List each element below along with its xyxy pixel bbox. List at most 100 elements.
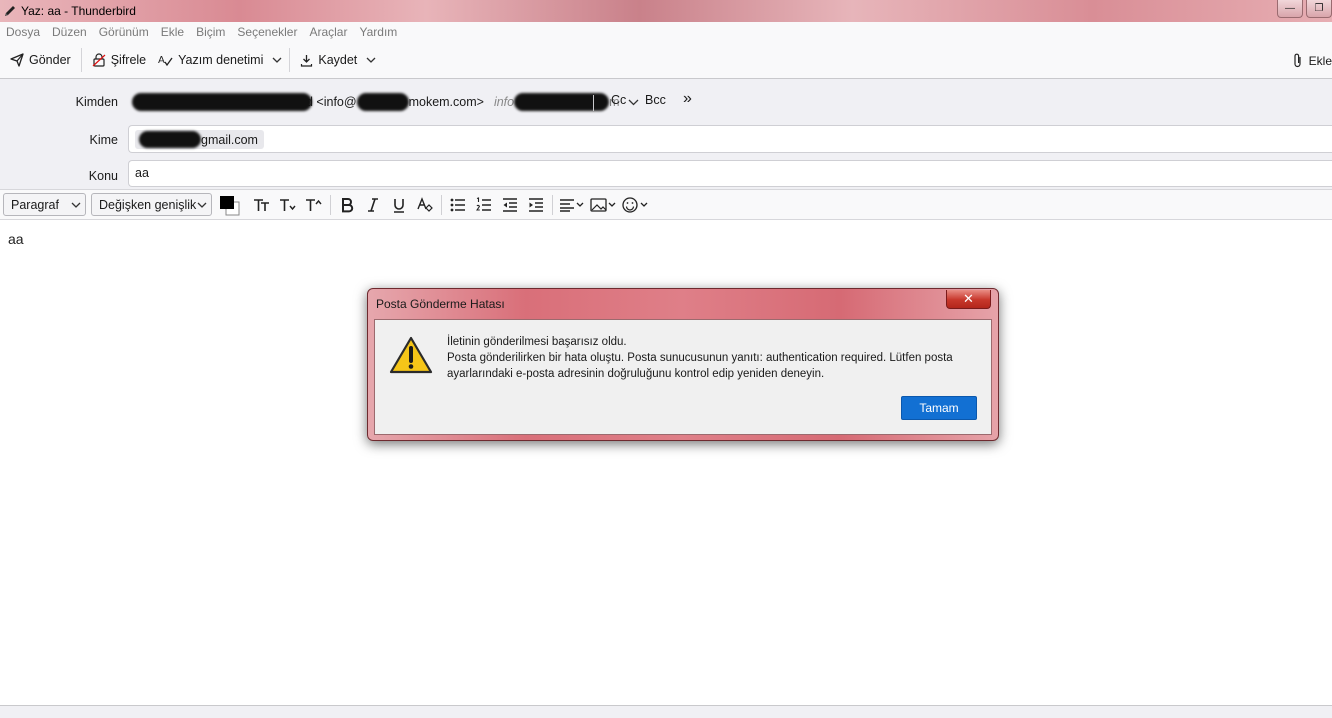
menu-tools[interactable]: Araçlar <box>309 25 347 39</box>
from-visible-part: d <info@ <box>306 95 357 109</box>
send-label: Gönder <box>29 53 71 67</box>
restore-button[interactable]: ❐ <box>1306 0 1332 18</box>
menu-file[interactable]: Dosya <box>6 25 40 39</box>
from-alt-part: info <box>493 95 515 109</box>
menu-bar: Dosya Düzen Görünüm Ekle Biçim Seçenekle… <box>0 22 1332 42</box>
increase-font-button[interactable] <box>301 193 327 217</box>
format-toolbar: Paragraf Değişken genişlik <box>0 189 1332 220</box>
bullet-list-icon <box>450 198 465 211</box>
chevron-down-icon <box>197 202 207 208</box>
eraser-icon <box>417 196 433 212</box>
decrease-font-button[interactable] <box>275 193 301 217</box>
compose-header: Kimden d <info@ mokem.com> info m Cc Bcc… <box>0 79 1332 189</box>
window-title: Yaz: aa - Thunderbird <box>21 4 136 18</box>
outdent-button[interactable] <box>497 193 523 217</box>
save-label: Kaydet <box>318 53 358 67</box>
emoji-menu-button[interactable] <box>620 193 652 217</box>
subject-input[interactable]: aa <box>128 160 1332 187</box>
toolbar-divider <box>80 48 82 72</box>
dialog-message: İletinin gönderilmesi başarısız oldu. Po… <box>447 334 987 382</box>
text-color-button[interactable] <box>217 193 243 217</box>
spellcheck-icon: A <box>158 55 173 67</box>
chevron-down-icon <box>628 99 638 105</box>
paperclip-icon <box>1294 53 1301 68</box>
more-recipients-button[interactable]: » <box>683 90 692 108</box>
numbered-list-button[interactable] <box>471 193 497 217</box>
spellcheck-dropdown[interactable] <box>269 46 285 74</box>
message-body-text: aa <box>8 231 24 247</box>
text-size-icon <box>254 198 269 211</box>
outdent-icon <box>503 197 517 212</box>
menu-options[interactable]: Seçenekler <box>237 25 297 39</box>
error-headline: İletinin gönderilmesi başarısız oldu. <box>447 336 627 348</box>
align-left-icon <box>560 198 584 212</box>
to-label: Kime <box>89 133 118 147</box>
send-error-dialog: Posta Gönderme Hatası ✕ İletinin gönderi… <box>367 288 999 441</box>
toolbar-divider <box>289 48 291 72</box>
save-button[interactable]: Kaydet <box>294 46 363 74</box>
menu-format[interactable]: Biçim <box>196 25 225 39</box>
dialog-title: Posta Gönderme Hatası <box>376 297 505 311</box>
underline-icon <box>394 198 404 213</box>
encrypt-label: Şifrele <box>110 53 147 67</box>
indent-button[interactable] <box>523 193 549 217</box>
numbered-list-icon <box>476 197 491 211</box>
format-divider <box>330 194 331 215</box>
bold-button[interactable] <box>334 193 360 217</box>
to-field[interactable]: gmail.com <box>128 125 1332 153</box>
from-visible-domain: mokem.com> <box>408 95 484 109</box>
from-label: Kimden <box>75 95 118 109</box>
dialog-content: İletinin gönderilmesi başarısız oldu. Po… <box>374 319 992 435</box>
attach-button[interactable]: Ekle <box>1292 42 1332 79</box>
warning-icon <box>389 336 433 374</box>
font-value: Değişken genişlik <box>99 197 197 212</box>
encrypt-button[interactable]: Şifrele <box>86 46 152 74</box>
lock-icon <box>92 53 106 67</box>
cc-button[interactable]: Cc <box>611 93 626 107</box>
download-icon <box>301 54 313 67</box>
bullet-list-button[interactable] <box>445 193 471 217</box>
chevron-down-icon <box>71 202 81 208</box>
attach-label: Ekle <box>1308 53 1332 68</box>
paragraph-format-select[interactable]: Paragraf <box>3 193 86 216</box>
save-dropdown[interactable] <box>363 46 379 74</box>
spellcheck-button[interactable]: A Yazım denetimi <box>152 46 269 74</box>
status-bar <box>0 705 1332 718</box>
menu-edit[interactable]: Düzen <box>52 25 87 39</box>
recipient-pill[interactable]: gmail.com <box>135 130 264 149</box>
paragraph-format-value: Paragraf <box>11 197 59 212</box>
redaction-mark <box>139 131 201 148</box>
indent-icon <box>529 197 543 212</box>
send-button[interactable]: Gönder <box>4 46 77 74</box>
chevron-down-icon <box>272 57 282 63</box>
spellcheck-label: Yazım denetimi <box>178 53 264 67</box>
from-identity-select[interactable]: d <info@ mokem.com> info m <box>132 92 639 112</box>
format-divider <box>552 194 553 215</box>
redaction-mark <box>356 93 409 111</box>
redaction-mark <box>514 93 610 111</box>
send-icon <box>10 53 24 67</box>
italic-button[interactable] <box>360 193 386 217</box>
underline-button[interactable] <box>386 193 412 217</box>
italic-icon <box>368 197 378 212</box>
font-select[interactable]: Değişken genişlik <box>91 193 212 216</box>
menu-insert[interactable]: Ekle <box>161 25 184 39</box>
pencil-icon <box>5 6 15 16</box>
chevron-down-icon <box>366 57 376 63</box>
align-menu-button[interactable] <box>556 193 588 217</box>
minimize-button[interactable]: — <box>1277 0 1303 18</box>
format-divider <box>441 194 442 215</box>
dialog-close-button[interactable]: ✕ <box>946 290 991 309</box>
smiley-icon <box>622 196 648 213</box>
menu-view[interactable]: Görünüm <box>99 25 149 39</box>
insert-menu-button[interactable] <box>588 193 620 217</box>
redaction-mark <box>132 93 312 111</box>
menu-help[interactable]: Yardım <box>359 25 397 39</box>
ok-button[interactable]: Tamam <box>901 396 977 420</box>
font-size-reset-button[interactable] <box>249 193 275 217</box>
remove-formatting-button[interactable] <box>412 193 438 217</box>
image-icon <box>590 197 616 212</box>
bcc-button[interactable]: Bcc <box>645 93 666 107</box>
error-detail: Posta gönderilirken bir hata oluştu. Pos… <box>447 352 953 380</box>
svg-text:A: A <box>158 55 165 66</box>
